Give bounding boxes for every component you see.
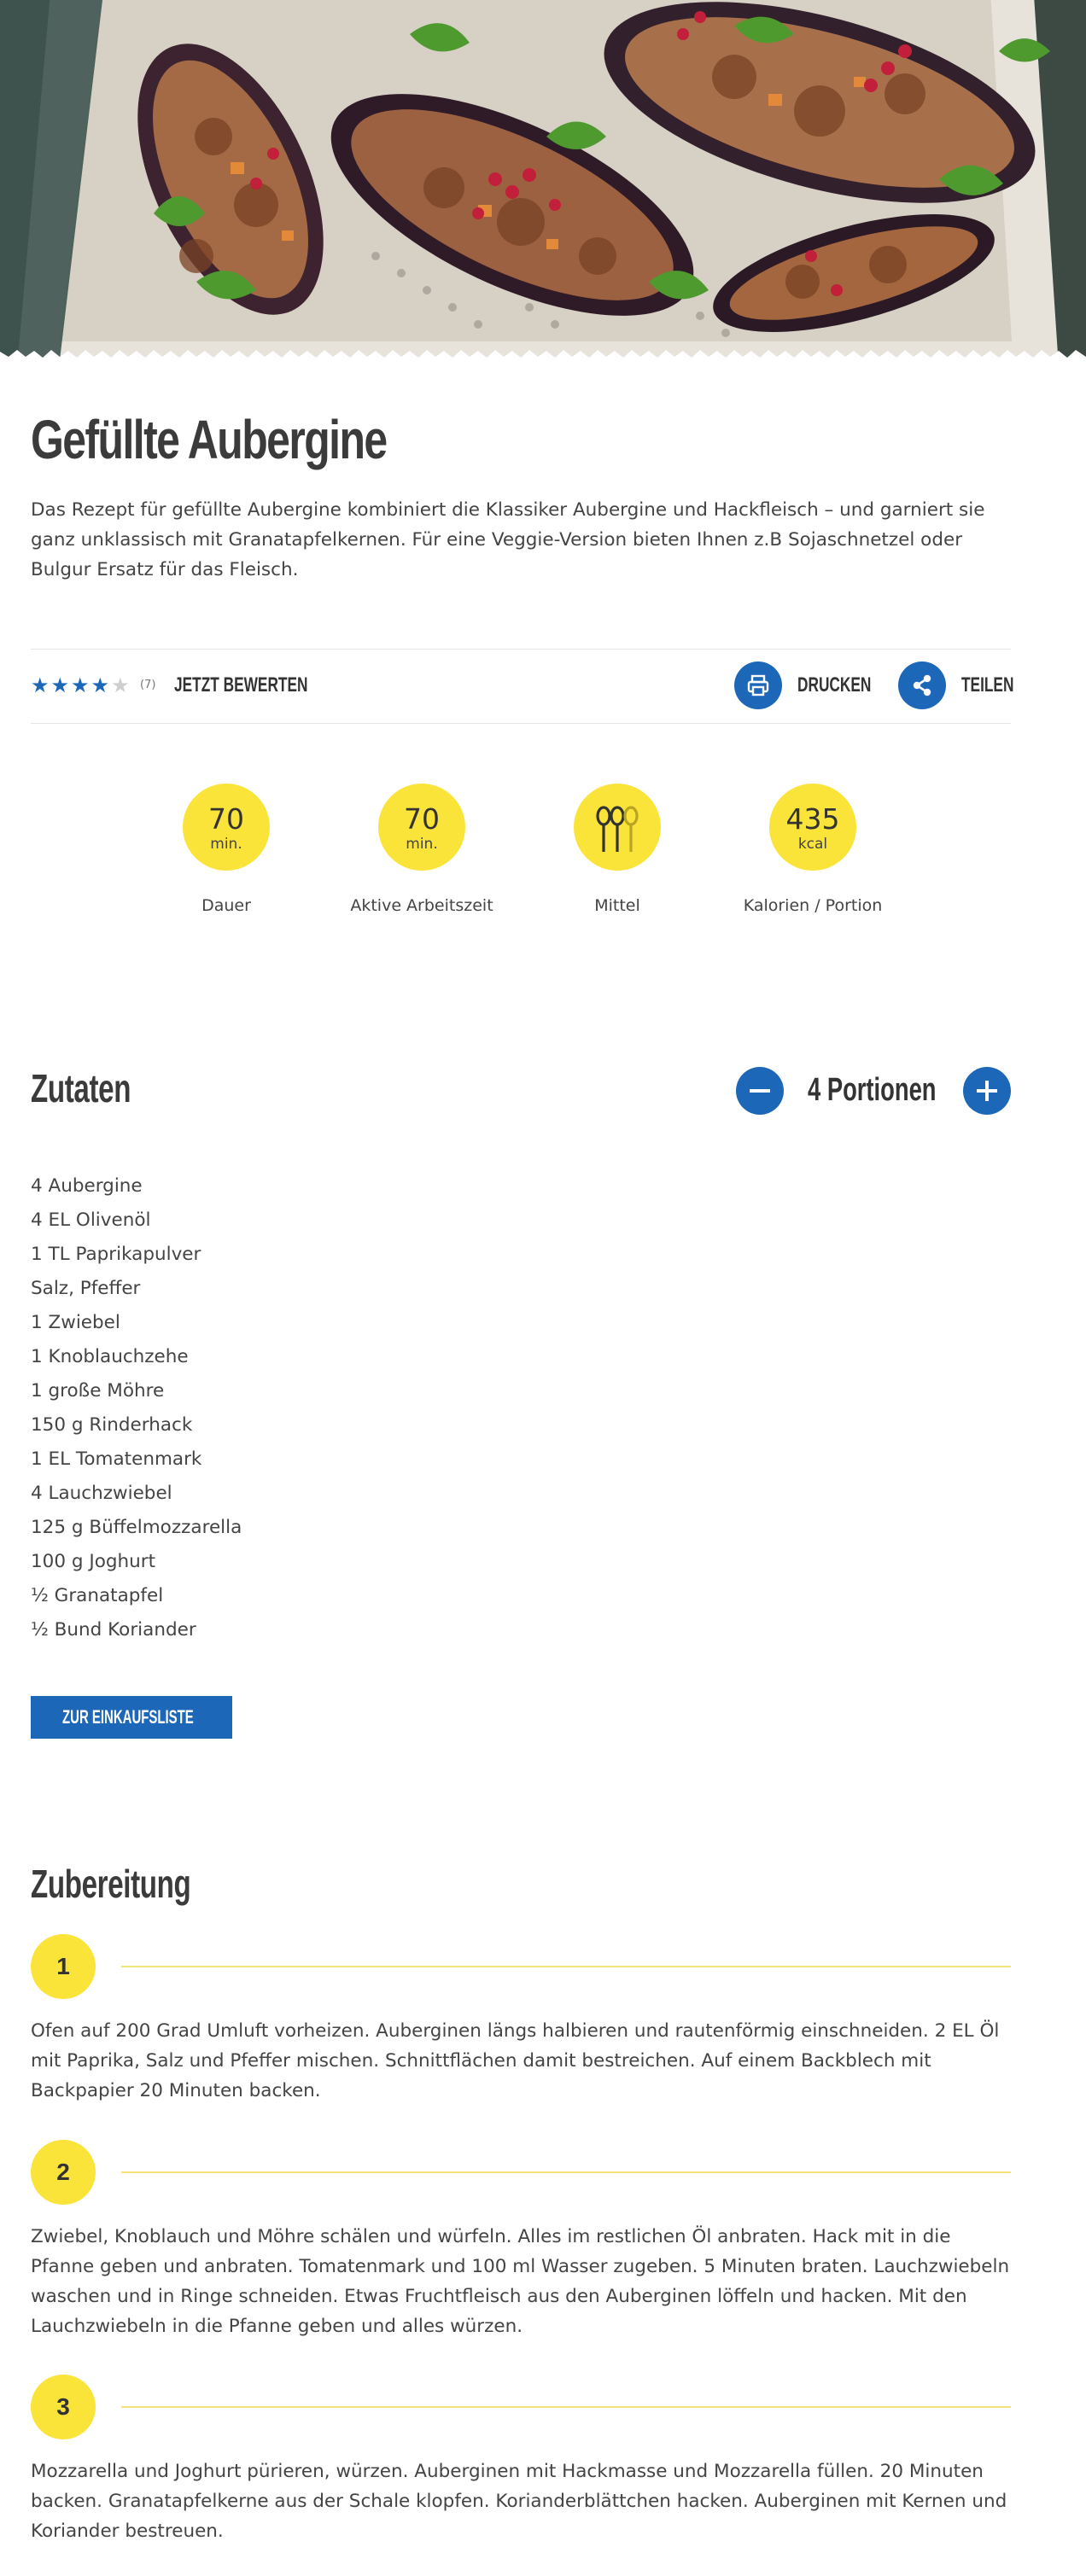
ingredient-item: 100 g Joghurt [31,1551,156,1572]
fact-calories: 435 kcal Kalorien / Portion [715,784,911,915]
recipe-intro: Das Rezept für gefüllte Aubergine kombin… [31,499,985,580]
ingredient-item: 150 g Rinderhack [31,1414,193,1436]
ingredient-item: 4 Aubergine [31,1175,143,1197]
fact-unit: kcal [797,836,828,853]
step-text: Ofen auf 200 Grad Umluft vorheizen. Aube… [31,2020,1000,2101]
ingredient-item: 125 g Büffelmozzarella [31,1517,242,1538]
recipe-action-bar: ★ ★ ★ ★ ★ (7) JETZT BEWERTEN DRUCKEN TEI… [31,649,1013,724]
ingredient-item: 4 EL Olivenöl [31,1209,151,1231]
portions-control: 4 Portionen [736,1067,1011,1115]
step-header: 2 [31,2140,1011,2205]
preparation-heading: Zubereitung [31,1862,191,1906]
star-icon[interactable]: ★ [31,673,50,697]
fact-value: 70 [208,802,244,836]
fact-bubble [574,784,661,871]
ingredient-item: 1 Knoblauchzehe [31,1346,189,1367]
minus-icon[interactable] [750,1089,770,1093]
printer-icon[interactable] [734,661,782,709]
fact-active-time: 70 min. Aktive Arbeitszeit [324,784,520,915]
step-number-badge: 2 [31,2140,96,2205]
fact-caption: Dauer [201,896,251,915]
star-icon[interactable]: ★ [51,673,70,697]
star-icon[interactable]: ★ [71,673,90,697]
ingredient-item: Salz, Pfeffer [31,1278,141,1299]
fact-caption: Mittel [594,896,640,915]
rating-count: (7) [140,679,156,691]
fact-caption: Aktive Arbeitszeit [350,896,493,915]
portions-label: 4 Portionen [808,1072,937,1108]
step-text: Mozzarella und Joghurt pürieren, würzen.… [31,2461,1007,2542]
fact-unit: min. [406,836,438,853]
ingredients-heading: Zutaten [31,1066,131,1110]
recipe-facts: 70 min. Dauer 70 min. Aktive Arbeitszeit [31,784,1011,920]
step-number-badge: 1 [31,1934,96,1999]
recipe-hero-image [0,0,1086,360]
share-icon[interactable] [898,661,946,709]
fact-unit: min. [210,836,242,853]
print-label[interactable]: DRUCKEN [797,673,871,697]
step-header: 1 [31,1934,1011,1999]
rate-now-link[interactable]: JETZT BEWERTEN [174,673,307,697]
shopping-list-label[interactable]: ZUR EINKAUFSLISTE [62,1706,194,1728]
increase-portions-button[interactable] [963,1067,1011,1115]
share-label[interactable]: TEILEN [961,673,1013,697]
step-number-badge: 3 [31,2375,96,2439]
step-divider [121,1966,1011,1967]
fact-value: 435 [785,802,840,836]
ingredient-item: 1 TL Paprikapulver [31,1244,201,1265]
step-header: 3 [31,2375,1011,2439]
ingredient-item: 4 Lauchzwiebel [31,1483,172,1504]
plus-icon-vertical[interactable] [985,1081,989,1101]
recipe-title: Gefüllte Aubergine [31,409,388,470]
ingredient-list: 4 Aubergine 4 EL Olivenöl 1 TL Paprikapu… [31,1169,242,1647]
star-icon[interactable]: ★ [91,673,110,697]
step-divider [121,2171,1011,2173]
shopping-list-button[interactable]: ZUR EINKAUFSLISTE [31,1696,232,1739]
fact-caption: Kalorien / Portion [743,896,883,915]
fact-bubble: 70 min. [183,784,270,871]
difficulty-spoons-icon [596,806,639,852]
step-number: 2 [56,2159,70,2185]
ingredient-item: 1 Zwiebel [31,1312,120,1333]
step-number: 1 [56,1953,70,1979]
ingredient-item: ½ Granatapfel [31,1585,164,1606]
step-text: Zwiebel, Knoblauch und Möhre schälen und… [31,2226,1010,2337]
fact-bubble: 435 kcal [769,784,856,871]
fact-difficulty: Mittel [519,784,715,915]
decrease-portions-button[interactable] [736,1067,784,1115]
ingredient-item: ½ Bund Koriander [31,1619,196,1641]
fact-duration: 70 min. Dauer [128,784,324,915]
ingredient-item: 1 EL Tomatenmark [31,1448,202,1470]
step-divider [121,2406,1011,2408]
ingredient-item: 1 große Möhre [31,1380,165,1402]
fact-bubble: 70 min. [378,784,465,871]
star-empty-icon[interactable]: ★ [111,673,130,697]
fact-value: 70 [404,802,440,836]
recipe-page: Gefüllte Aubergine Das Rezept für gefüll… [0,0,1086,2576]
step-number: 3 [56,2393,70,2420]
rating-stars[interactable]: ★ ★ ★ ★ ★ [31,673,130,697]
